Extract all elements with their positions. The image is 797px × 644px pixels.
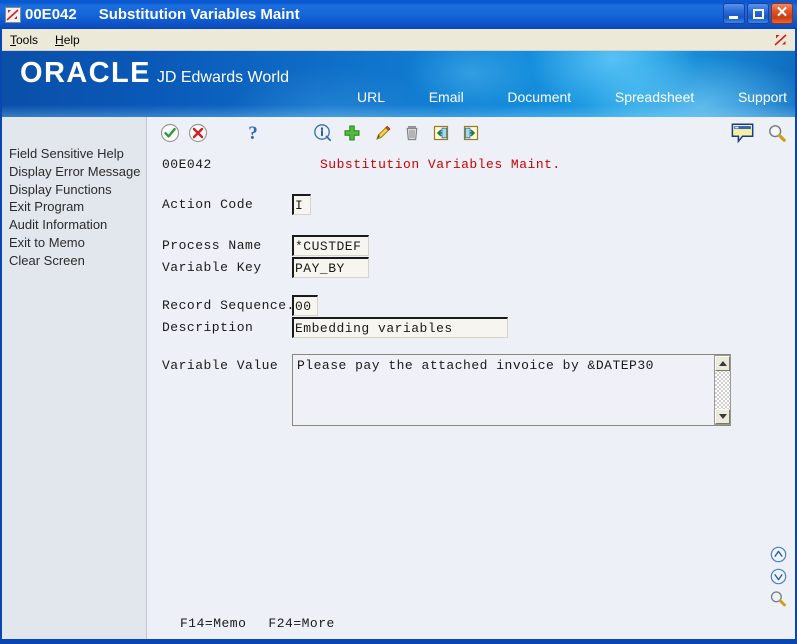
- sidebar-item-exit-to-memo[interactable]: Exit to Memo: [2, 234, 146, 252]
- info-icon[interactable]: [311, 121, 335, 145]
- window-border-left: [0, 29, 2, 644]
- process-name-input[interactable]: [292, 235, 369, 256]
- function-key-f14[interactable]: F14=Memo: [180, 616, 246, 631]
- label-description: Description: [162, 320, 254, 335]
- form-program-id: 00E042: [162, 157, 212, 172]
- triangle-down-icon: [718, 414, 727, 419]
- sidebar-item-display-error-message[interactable]: Display Error Message: [2, 163, 146, 181]
- sidebar-item-field-sensitive-help[interactable]: Field Sensitive Help: [2, 145, 146, 163]
- delete-trash-icon[interactable]: [400, 121, 424, 145]
- maximize-icon: [752, 8, 764, 19]
- sidebar-item-clear-screen[interactable]: Clear Screen: [2, 252, 146, 270]
- icon-toolbar: ?: [148, 117, 795, 150]
- variable-value-scrollbar[interactable]: [714, 355, 731, 425]
- right-nav-strip: [765, 545, 791, 607]
- close-button[interactable]: ✕: [771, 3, 793, 24]
- close-icon: ✕: [775, 4, 789, 21]
- sidebar-item-display-functions[interactable]: Display Functions: [2, 181, 146, 199]
- scroll-up-button[interactable]: [715, 356, 730, 371]
- previous-record-icon[interactable]: [429, 121, 453, 145]
- sidebar-item-audit-information[interactable]: Audit Information: [2, 216, 146, 234]
- help-question-glyph: ?: [248, 122, 258, 144]
- banner-link-url[interactable]: URL: [357, 89, 385, 105]
- window-controls: ✕: [723, 3, 793, 24]
- banner-link-support[interactable]: Support: [738, 89, 787, 105]
- description-input[interactable]: [292, 317, 508, 338]
- title-bar: 00E042 Substitution Variables Maint ✕: [0, 0, 797, 29]
- minimize-icon: [729, 16, 738, 19]
- search-magnifier-icon[interactable]: [765, 121, 789, 145]
- variable-key-input[interactable]: [292, 257, 369, 278]
- maximize-button[interactable]: [747, 3, 769, 24]
- label-process-name: Process Name: [162, 238, 262, 253]
- menu-bar: Tools Help: [2, 29, 795, 51]
- banner-link-email[interactable]: Email: [429, 89, 464, 105]
- application-window: 00E042 Substitution Variables Maint ✕ To…: [0, 0, 797, 644]
- function-key-bar: F14=Memo F24=More: [180, 616, 335, 631]
- window-program-id: 00E042: [25, 6, 77, 23]
- next-record-icon[interactable]: [459, 121, 483, 145]
- jde-logo-icon: [773, 32, 789, 48]
- add-plus-icon[interactable]: [340, 121, 364, 145]
- label-record-sequence: Record Sequence.: [162, 298, 295, 313]
- banner-link-document[interactable]: Document: [507, 89, 571, 105]
- left-sidebar: Field Sensitive Help Display Error Messa…: [2, 117, 147, 639]
- main-pane: ? 00E042 Substitution Variables Maint. A…: [148, 117, 795, 639]
- cancel-x-icon[interactable]: [186, 121, 210, 145]
- jde-app-icon: [5, 6, 21, 23]
- oracle-banner: ORACLE JD Edwards World URL Email Docume…: [2, 51, 795, 117]
- record-sequence-input[interactable]: [292, 295, 318, 316]
- body-region: Field Sensitive Help Display Error Messa…: [2, 117, 795, 639]
- form-screen-title: Substitution Variables Maint.: [320, 157, 561, 172]
- label-variable-key: Variable Key: [162, 260, 262, 275]
- window-border-bottom: [0, 639, 797, 644]
- search-magnifier-icon[interactable]: [769, 589, 787, 607]
- sidebar-item-exit-program[interactable]: Exit Program: [2, 198, 146, 216]
- minimize-button[interactable]: [723, 3, 745, 24]
- edit-pencil-icon[interactable]: [371, 121, 395, 145]
- label-variable-value: Variable Value: [162, 358, 279, 373]
- variable-value-textarea[interactable]: [292, 354, 731, 426]
- accept-check-icon[interactable]: [158, 121, 182, 145]
- memo-note-icon[interactable]: [731, 121, 755, 145]
- label-action-code: Action Code: [162, 197, 254, 212]
- banner-link-spreadsheet[interactable]: Spreadsheet: [615, 89, 694, 105]
- oracle-brand-text: ORACLE: [20, 57, 151, 89]
- page-down-icon[interactable]: [769, 567, 787, 585]
- page-up-icon[interactable]: [769, 545, 787, 563]
- function-key-f24[interactable]: F24=More: [268, 616, 334, 631]
- menu-item-tools-label: ools: [16, 32, 39, 47]
- menu-item-tools[interactable]: Tools: [8, 32, 40, 48]
- banner-nav: URL Email Document Spreadsheet Support: [357, 89, 787, 105]
- menu-item-help-label: elp: [63, 32, 80, 47]
- action-code-input[interactable]: [292, 194, 311, 215]
- scroll-down-button[interactable]: [715, 409, 730, 424]
- window-title: Substitution Variables Maint: [98, 6, 300, 23]
- oracle-logo: ORACLE JD Edwards World: [20, 59, 289, 88]
- help-question-icon[interactable]: ?: [241, 121, 265, 145]
- triangle-up-icon: [718, 361, 727, 366]
- menu-item-help[interactable]: Help: [53, 32, 82, 48]
- product-name-text: JD Edwards World: [156, 69, 290, 86]
- form-area: 00E042 Substitution Variables Maint. Act…: [148, 150, 795, 639]
